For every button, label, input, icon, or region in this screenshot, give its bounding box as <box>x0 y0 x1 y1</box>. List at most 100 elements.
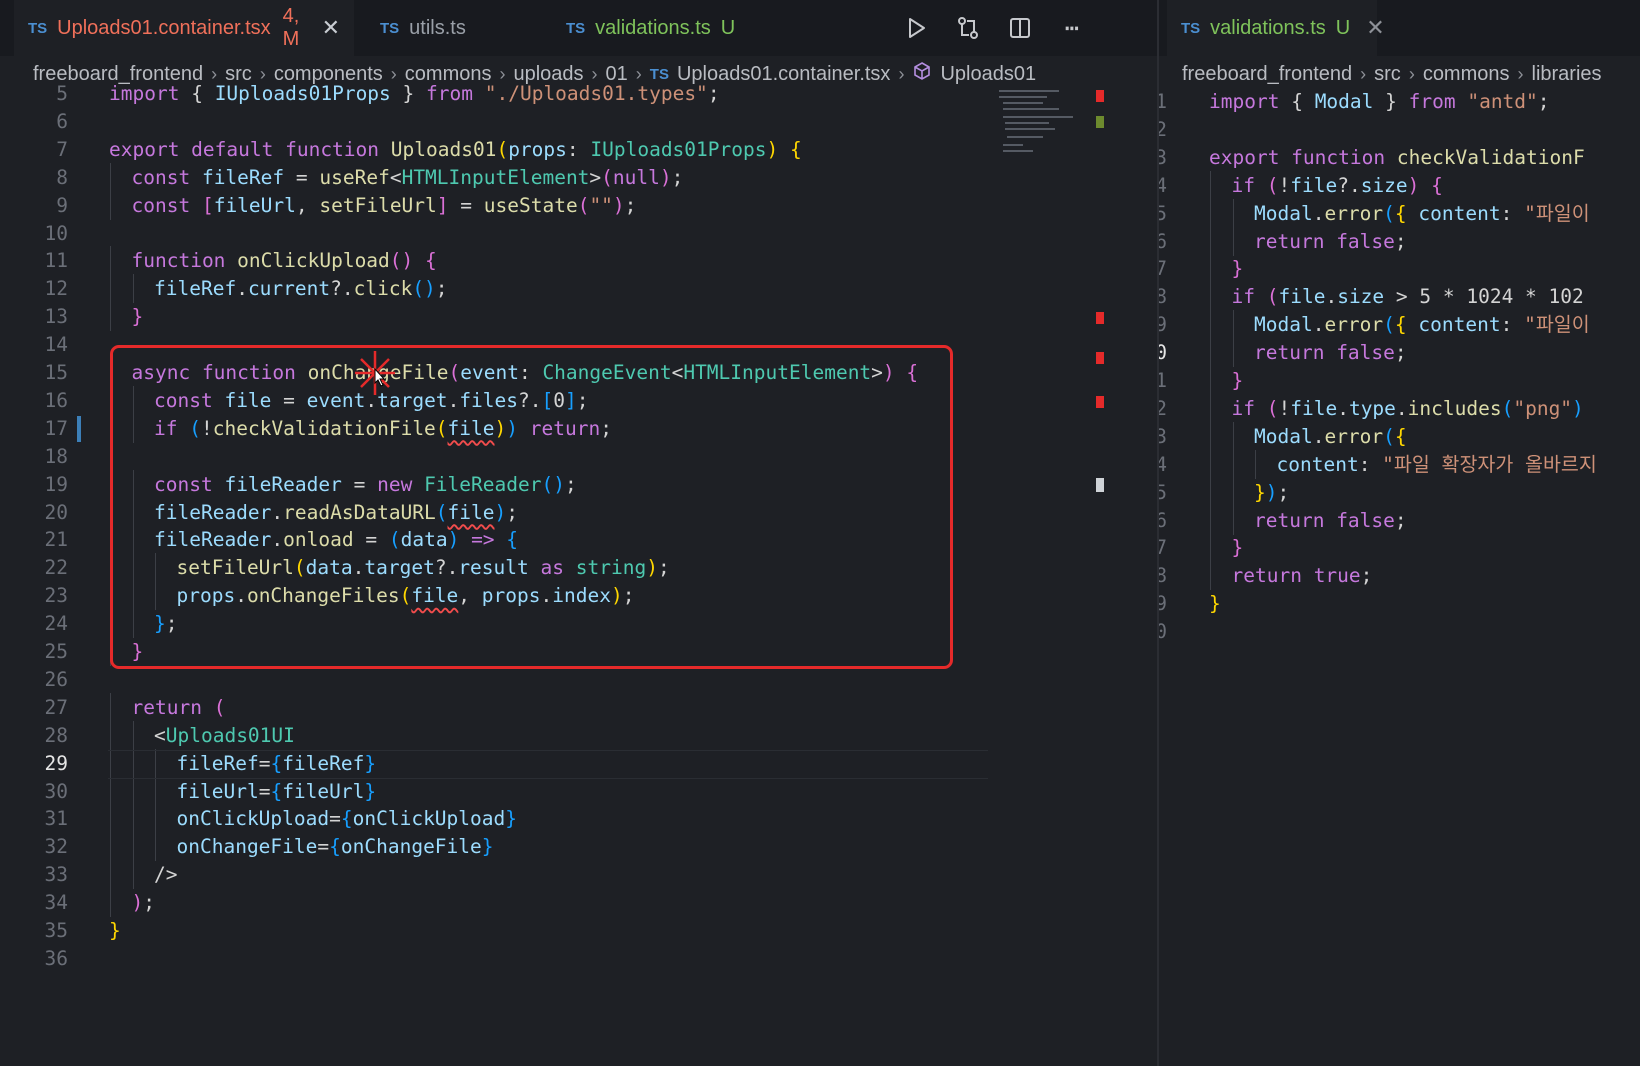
code-line[interactable]: 35} <box>0 916 1157 945</box>
code-line[interactable]: 7 export default function Uploads01(props… <box>0 135 1157 164</box>
indent-guide <box>1232 421 1234 451</box>
code-line[interactable]: 9 Modal.error({ content: "파일이 <box>1159 310 1640 340</box>
left-tab-bar: TS Uploads01.container.tsx 4, M ✕ TS uti… <box>0 0 1157 56</box>
code-line[interactable]: 11 function onClickUpload() { <box>0 246 1157 276</box>
tab-status-badge: U <box>1335 16 1351 39</box>
code-line[interactable]: 36 <box>0 944 1157 973</box>
code-line[interactable]: 16 return false; <box>1159 505 1640 535</box>
typescript-file-icon: TS <box>380 19 400 37</box>
code-token: Uploads01UI <box>165 723 295 747</box>
code-line[interactable]: 6 <box>0 107 1157 136</box>
code-line[interactable]: 7} <box>1159 254 1640 284</box>
code-token: file <box>1290 173 1338 197</box>
code-line[interactable]: 10 return false; <box>1159 338 1640 368</box>
code-text: import { IUploads01Props } from "./Uploa… <box>109 79 720 108</box>
code-text: return false; <box>1254 227 1407 256</box>
minimap[interactable] <box>995 88 1085 163</box>
code-token: ) <box>1407 173 1420 197</box>
code-token: { <box>340 807 353 831</box>
code-token: HTMLInputElement <box>401 165 590 189</box>
indent-guide <box>110 692 111 722</box>
code-line[interactable]: 27 return ( <box>0 692 1157 722</box>
code-line[interactable]: 17} <box>1159 533 1640 563</box>
code-token: } <box>1254 480 1266 504</box>
code-line[interactable]: 26 <box>0 665 1157 694</box>
compare-icon[interactable] <box>942 0 994 56</box>
code-line[interactable]: 12if (!file.type.includes("png") <box>1159 393 1640 423</box>
code-token: , <box>295 193 320 217</box>
code-text: onChangeFile={onChangeFile} <box>177 832 494 861</box>
line-number: 17 <box>1159 536 1167 560</box>
split-editor-icon[interactable] <box>994 0 1046 56</box>
code-line[interactable]: 28 <Uploads01UI <box>0 720 1157 750</box>
code-line[interactable]: 32 onChangeFile={onChangeFile} <box>0 832 1157 862</box>
indent-guide <box>110 190 111 220</box>
code-token: file <box>1290 396 1338 420</box>
code-token: . <box>1312 313 1325 337</box>
code-line[interactable]: 33 /> <box>0 860 1157 890</box>
code-line[interactable]: 5 import { IUploads01Props } from "./Uplo… <box>0 79 1157 108</box>
indent-guide <box>1232 198 1234 228</box>
run-icon[interactable] <box>890 0 942 56</box>
indent-guide <box>110 888 111 918</box>
indent-guide <box>1210 533 1211 563</box>
code-line[interactable]: 14 content: "파일 확장자가 올바르지 <box>1159 449 1640 479</box>
breadcrumb-item[interactable]: commons <box>1423 63 1510 86</box>
code-line[interactable]: 19} <box>1159 589 1640 618</box>
code-line[interactable]: 1 import { Modal } from "antd"; <box>1159 87 1640 116</box>
code-text: return true; <box>1232 561 1373 590</box>
code-token: const <box>131 193 202 217</box>
code-token: size <box>1360 173 1408 197</box>
code-line[interactable]: 3 export function checkValidationF <box>1159 143 1640 172</box>
code-token: function <box>131 249 238 273</box>
tab-utils[interactable]: TS utils.ts <box>366 0 546 56</box>
code-text: } <box>1232 254 1244 283</box>
code-line[interactable]: 8 const fileRef = useRef<HTMLInputElement… <box>0 162 1157 192</box>
indent-guide <box>1210 254 1211 284</box>
breadcrumb-item[interactable]: libraries <box>1532 63 1602 86</box>
code-text: } <box>1232 533 1244 562</box>
scroll-position-marker[interactable] <box>1096 478 1104 492</box>
code-line[interactable]: 18 return true; <box>1159 561 1640 591</box>
code-line[interactable]: 9 const [fileUrl, setFileUrl] = useState(… <box>0 190 1157 220</box>
code-line[interactable]: 13} <box>0 302 1157 332</box>
code-line[interactable]: 34); <box>0 888 1157 918</box>
line-number: 20 <box>1159 620 1167 644</box>
close-icon[interactable]: ✕ <box>1366 15 1384 41</box>
chevron-right-icon: › <box>1517 63 1524 84</box>
code-token: ( <box>577 193 590 217</box>
code-token: ; <box>1394 229 1407 253</box>
breadcrumb-item[interactable]: src <box>1374 63 1401 86</box>
line-number: 16 <box>44 388 68 412</box>
code-line[interactable]: 4 if (!file?.size) { <box>1159 170 1640 200</box>
code-editor[interactable]: 1 import { Modal } from "antd"; 2 3 export f… <box>1159 90 1640 1066</box>
tab-validations[interactable]: TS validations.ts U ✕ <box>1167 0 1385 56</box>
code-line[interactable]: 13 Modal.error({ <box>1159 421 1640 451</box>
tab-label: utils.ts <box>409 16 466 39</box>
code-line[interactable]: 5 Modal.error({ content: "파일이 <box>1159 198 1640 228</box>
code-line[interactable]: 11} <box>1159 366 1640 395</box>
code-line[interactable]: 12 fileRef.current?.click(); <box>0 274 1157 304</box>
code-line[interactable]: 15}); <box>1159 477 1640 507</box>
code-line[interactable]: 6 return false; <box>1159 226 1640 256</box>
code-line[interactable]: 30 fileUrl={fileUrl} <box>0 776 1157 806</box>
tab-validations[interactable]: TS validations.ts U <box>552 0 777 56</box>
indent-guide <box>1210 421 1211 451</box>
indent-guide <box>1210 393 1211 423</box>
code-token: import <box>1209 90 1280 113</box>
code-line[interactable]: 2 <box>1159 115 1640 144</box>
tab-uploads01-container[interactable]: TS Uploads01.container.tsx 4, M ✕ <box>14 0 354 56</box>
code-line[interactable]: 10 <box>0 219 1157 248</box>
line-number: 9 <box>56 193 68 217</box>
breadcrumb-item[interactable]: freeboard_frontend <box>1182 63 1352 86</box>
code-text: ); <box>132 888 156 917</box>
code-line[interactable]: 20 <box>1159 617 1640 646</box>
code-line[interactable]: 31 onClickUpload={onClickUpload} <box>0 804 1157 834</box>
code-token: > <box>589 165 602 189</box>
line-number: 18 <box>1159 564 1167 588</box>
close-icon[interactable]: ✕ <box>322 15 340 41</box>
code-line[interactable]: 8 if (file.size > 5 * 1024 * 102 <box>1159 282 1640 312</box>
line-number: 9 <box>1159 313 1167 337</box>
more-icon[interactable]: ⋯ <box>1046 0 1098 56</box>
